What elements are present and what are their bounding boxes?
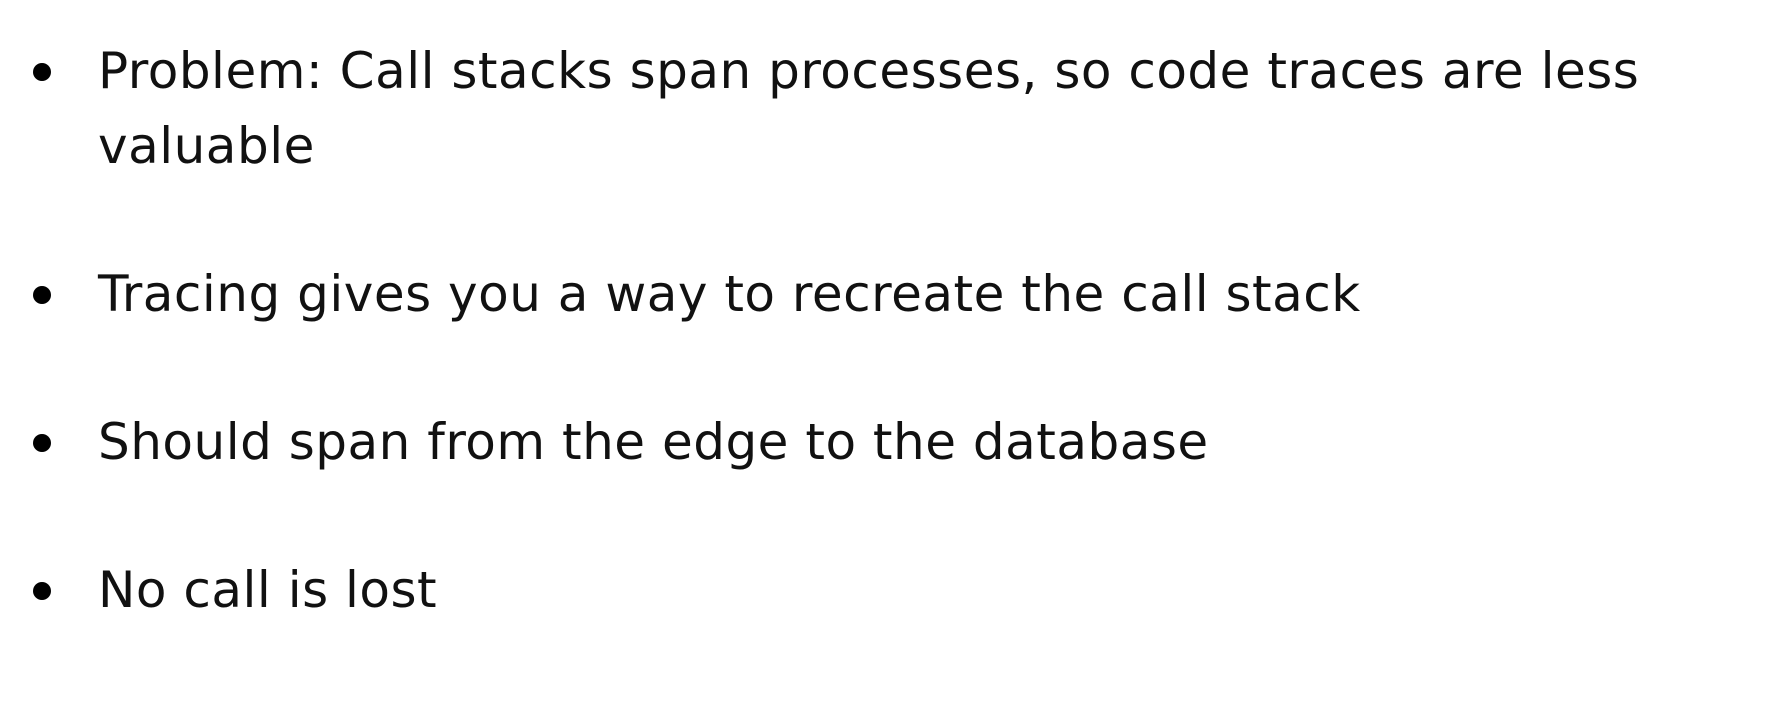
bullet-icon [33,63,51,81]
bullet-list: Problem: Call stacks span processes, so … [24,34,1784,628]
bullet-icon [33,286,51,304]
bullet-text-tracing: Tracing gives you a way to recreate the … [98,265,1361,323]
slide: Problem: Call stacks span processes, so … [0,0,1792,702]
bullet-text-span: Should span from the edge to the databas… [98,413,1209,471]
bullet-item-lost: No call is lost [24,553,1784,628]
bullet-item-problem: Problem: Call stacks span processes, so … [24,34,1784,184]
bullet-icon [33,582,51,600]
bullet-text-lost: No call is lost [98,561,438,619]
bullet-item-span: Should span from the edge to the databas… [24,405,1784,480]
bullet-item-tracing: Tracing gives you a way to recreate the … [24,257,1784,332]
bullet-icon [33,434,51,452]
bullet-text-problem: Problem: Call stacks span processes, so … [98,42,1640,175]
